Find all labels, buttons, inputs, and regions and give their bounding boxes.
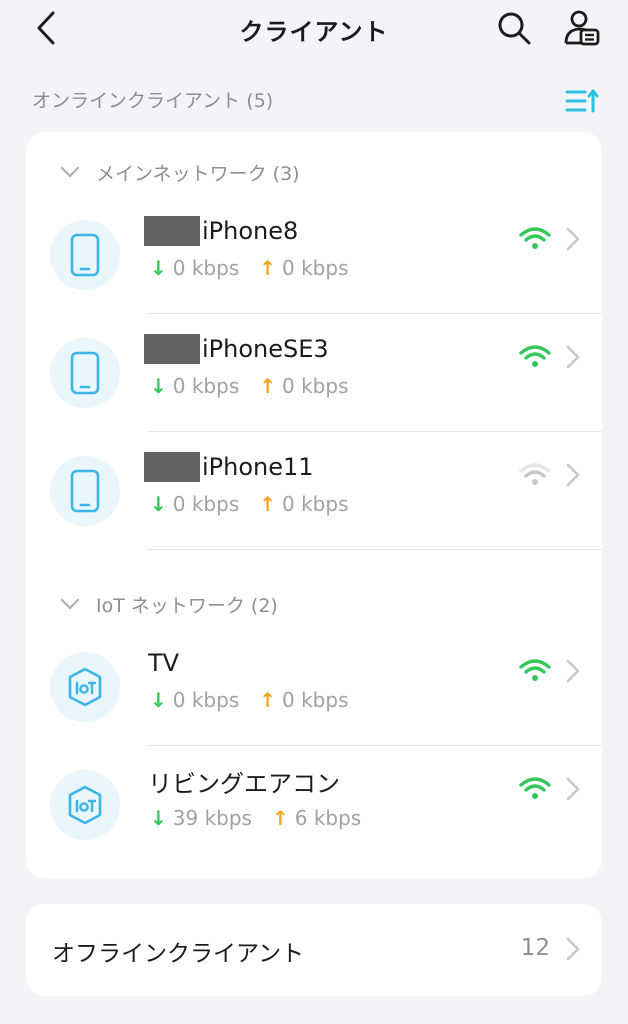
device-avatar: [50, 652, 120, 722]
client-row-living-aircon[interactable]: リビングエアコン ↓ 39 kbps ↑ 6 kbps: [26, 746, 602, 864]
group-header-main-network[interactable]: メインネットワーク (3): [26, 150, 602, 194]
upload-rate: 6 kbps: [294, 806, 362, 830]
download-rate: 0 kbps: [172, 688, 240, 712]
wifi-strong-icon: [519, 345, 551, 367]
chevron-right-icon: [566, 659, 580, 683]
download-arrow-icon: ↓: [150, 806, 167, 830]
device-avatar: [50, 456, 120, 526]
download-arrow-icon: ↓: [150, 688, 167, 712]
client-name: リビングエアコン: [148, 769, 340, 798]
redacted-prefix: [144, 334, 200, 364]
wifi-weak-icon: [519, 463, 551, 485]
client-name: iPhone8: [202, 217, 299, 245]
upload-rate: 0 kbps: [282, 256, 349, 280]
offline-clients-item[interactable]: オフラインクライアント 12: [26, 904, 602, 996]
upload-arrow-icon: ↑: [259, 492, 277, 516]
offline-clients-count: 12: [520, 935, 550, 961]
chevron-down-icon: [58, 592, 82, 616]
online-clients-card: メインネットワーク (3) iPhone8 ↓ 0 kbps ↑ 0 kbps: [26, 132, 602, 878]
download-arrow-icon: ↓: [150, 374, 167, 398]
group-title: メインネットワーク (3): [96, 162, 300, 185]
download-arrow-icon: ↓: [150, 256, 167, 280]
client-row-iphone8[interactable]: iPhone8 ↓ 0 kbps ↑ 0 kbps: [26, 196, 602, 314]
chevron-right-icon: [566, 937, 580, 961]
device-avatar: [50, 770, 120, 840]
client-row-iphonese3[interactable]: iPhoneSE3 ↓ 0 kbps ↑ 0 kbps: [26, 314, 602, 432]
group-header-iot-network[interactable]: IoT ネットワーク (2): [26, 582, 602, 626]
search-button[interactable]: [492, 6, 536, 50]
user-card-icon: [564, 10, 600, 46]
download-rate: 0 kbps: [172, 492, 240, 516]
download-rate: 0 kbps: [172, 256, 240, 280]
upload-rate: 0 kbps: [282, 492, 349, 516]
wifi-strong-icon: [519, 227, 551, 249]
upload-arrow-icon: ↑: [259, 374, 277, 398]
redacted-prefix: [144, 216, 200, 246]
account-button[interactable]: [560, 6, 604, 50]
device-avatar: [50, 220, 120, 290]
chevron-right-icon: [566, 227, 580, 251]
row-divider: [148, 549, 602, 550]
client-name: TV: [148, 649, 180, 677]
smartphone-icon: [70, 469, 100, 513]
client-row-tv[interactable]: TV ↓ 0 kbps ↑ 0 kbps: [26, 628, 602, 746]
download-rate: 39 kbps: [172, 806, 252, 830]
upload-arrow-icon: ↑: [271, 806, 289, 830]
group-title: IoT ネットワーク (2): [96, 594, 278, 617]
sort-button[interactable]: [562, 84, 602, 118]
chevron-right-icon: [566, 345, 580, 369]
device-avatar: [50, 338, 120, 408]
client-name: iPhoneSE3: [202, 335, 329, 363]
chevron-right-icon: [566, 463, 580, 487]
client-row-iphone11[interactable]: iPhone11 ↓ 0 kbps ↑ 0 kbps: [26, 432, 602, 550]
upload-arrow-icon: ↑: [259, 256, 277, 280]
search-icon: [498, 12, 531, 45]
iot-icon: [68, 667, 102, 707]
upload-rate: 0 kbps: [282, 688, 349, 712]
chevron-down-icon: [58, 160, 82, 184]
download-arrow-icon: ↓: [150, 492, 167, 516]
wifi-strong-icon: [519, 659, 551, 681]
smartphone-icon: [70, 351, 100, 395]
upload-arrow-icon: ↑: [259, 688, 277, 712]
smartphone-icon: [70, 233, 100, 277]
redacted-prefix: [144, 452, 200, 482]
client-name: iPhone11: [202, 453, 314, 481]
online-clients-title: オンラインクライアント (5): [32, 90, 274, 112]
upload-rate: 0 kbps: [282, 374, 349, 398]
app-header: クライアント: [0, 0, 628, 60]
sort-icon: [565, 89, 599, 113]
wifi-strong-icon: [519, 777, 551, 799]
download-rate: 0 kbps: [172, 374, 240, 398]
chevron-right-icon: [566, 777, 580, 801]
offline-clients-label: オフラインクライアント: [52, 941, 305, 967]
iot-icon: [68, 785, 102, 825]
